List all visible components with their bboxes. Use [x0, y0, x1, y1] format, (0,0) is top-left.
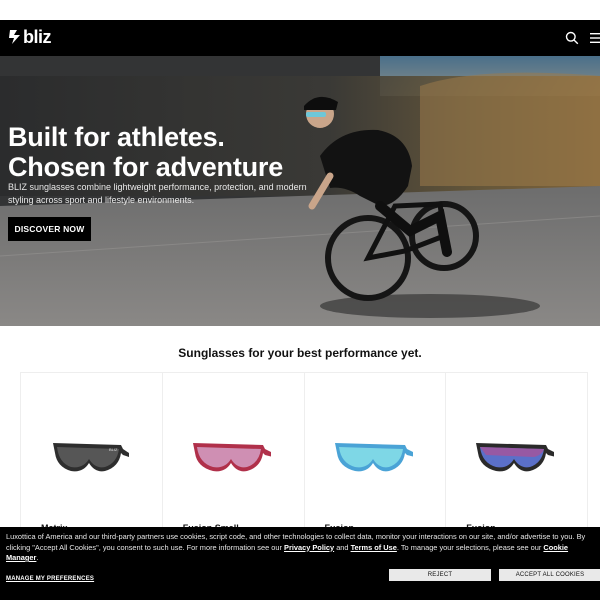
- hero-title: Built for athletes. Chosen for adventure: [8, 122, 328, 182]
- hero-title-line-2: Chosen for adventure: [8, 152, 284, 182]
- svg-text:BLIZ: BLIZ: [109, 447, 118, 452]
- sunglasses-fusion-dark-image: [476, 443, 555, 472]
- top-strip: [0, 0, 600, 20]
- sunglasses-matrix-image: BLIZ: [53, 443, 129, 472]
- hero-title-line-1: Built for athletes.: [8, 122, 225, 152]
- product-card[interactable]: Fusion: [446, 373, 587, 533]
- sunglasses-fusion-blue-image: [334, 443, 413, 472]
- privacy-policy-link[interactable]: Privacy Policy: [284, 543, 334, 552]
- bliz-logo[interactable]: bliz: [8, 27, 52, 47]
- manage-preferences-link[interactable]: MANAGE MY PREFERENCES: [6, 574, 94, 585]
- product-card[interactable]: Fusion: [305, 373, 447, 533]
- cookie-message: Luxottica of America and our third-party…: [6, 532, 598, 564]
- accept-all-cookies-button[interactable]: ACCEPT ALL COOKIES: [499, 569, 600, 581]
- products-section-title: Sunglasses for your best performance yet…: [178, 346, 422, 360]
- search-icon[interactable]: [565, 31, 579, 45]
- cookie-text-part: and: [334, 542, 351, 552]
- site-header: bliz: [0, 20, 600, 56]
- hamburger-menu-icon[interactable]: [590, 33, 600, 43]
- cookie-banner: Luxottica of America and our third-party…: [0, 527, 600, 600]
- logo-text: bliz: [23, 27, 52, 47]
- sunglasses-fusion-small-image: [192, 443, 271, 472]
- discover-now-button[interactable]: DISCOVER NOW: [8, 217, 91, 241]
- reject-button[interactable]: REJECT: [389, 569, 491, 581]
- bliz-logo-mark-icon: [9, 30, 20, 44]
- terms-of-use-link[interactable]: Terms of Use: [351, 543, 397, 552]
- hero-banner: Built for athletes. Chosen for adventure…: [0, 56, 600, 326]
- cookie-text-part: . To manage your selections, please see …: [396, 542, 544, 552]
- hero-subtitle: BLIZ sunglasses combine lightweight perf…: [8, 182, 307, 205]
- product-card[interactable]: BLIZ Matrix: [21, 373, 163, 533]
- product-carousel: BLIZ Matrix Fusion Small Fusion Fusion: [20, 372, 588, 533]
- product-card[interactable]: Fusion Small: [163, 373, 305, 533]
- cookie-text-part: .: [36, 553, 39, 562]
